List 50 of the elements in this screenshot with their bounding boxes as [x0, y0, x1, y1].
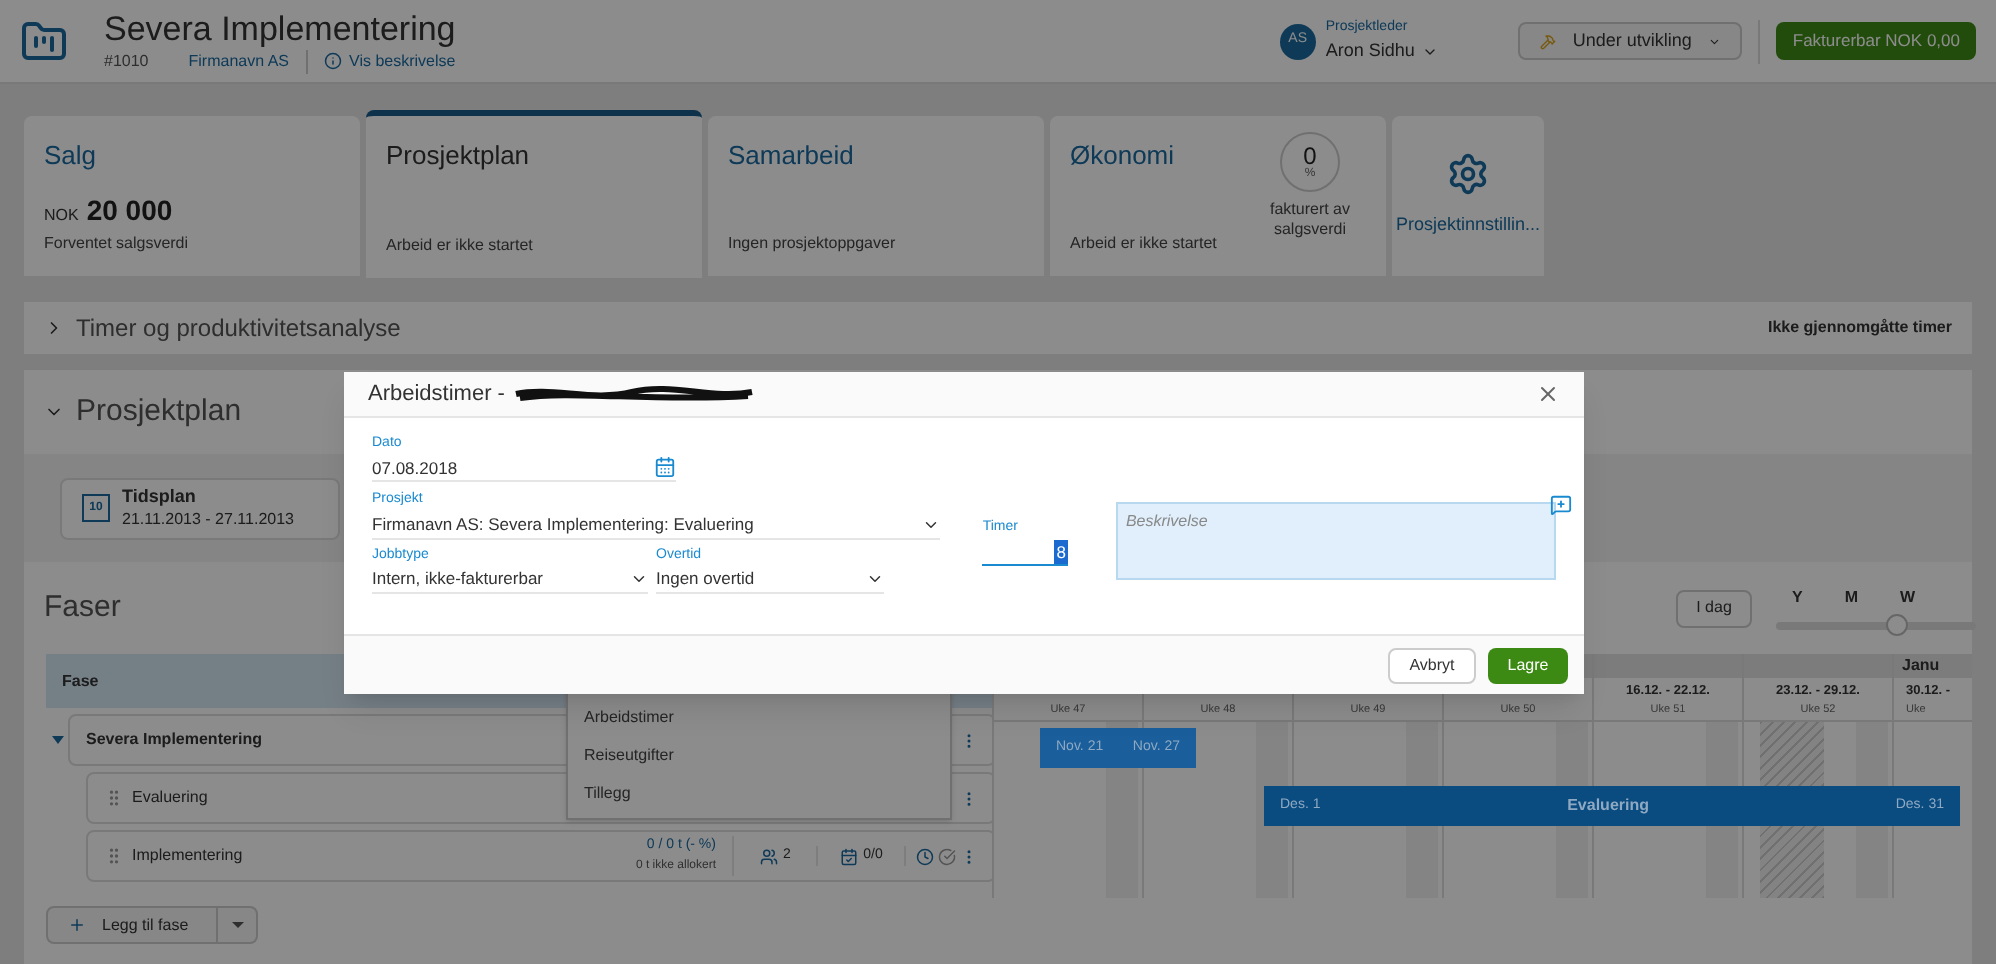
- card-caption: Arbeid er ikke startet: [1070, 232, 1219, 256]
- phase-name: Implementering: [132, 844, 243, 868]
- summary-card[interactable]: Prosjektinnstillin...: [1392, 116, 1544, 276]
- panel-title: Prosjektplan: [76, 391, 242, 432]
- menu-item[interactable]: Reiseutgifter: [584, 744, 934, 768]
- phase-name: Evaluering: [132, 786, 208, 810]
- manager-dropdown[interactable]: Aron Sidhu: [1325, 38, 1439, 65]
- overtime-select[interactable]: Ingen overtid: [656, 566, 884, 592]
- card-caption: Arbeid er ikke startet: [386, 234, 535, 258]
- project-number: #1010: [104, 49, 149, 73]
- card-title: Salg: [44, 138, 97, 174]
- bar-label: Evaluering: [1567, 794, 1649, 818]
- section-title: Faser: [44, 587, 121, 628]
- percent-value: 0: [1303, 144, 1317, 168]
- card-title: Prosjektplan: [386, 138, 530, 174]
- date-field[interactable]: 07.08.2018: [372, 455, 676, 481]
- currency-label: NOK: [44, 204, 79, 228]
- summary-card[interactable]: Salg NOK 20 000 Forventet salgsverdi: [24, 116, 360, 276]
- card-title: Økonomi: [1070, 138, 1175, 174]
- dialog-title: Arbeidstimer -: [368, 379, 507, 410]
- unreviewed-hours-label: Ikke gjennomgåtte timer: [1767, 316, 1952, 340]
- card-title: Prosjektinnstillin...: [1395, 212, 1541, 239]
- cancel-button[interactable]: Avbryt: [1388, 647, 1476, 683]
- invoice-button[interactable]: Fakturerbar NOK 0,00: [1776, 22, 1976, 60]
- collapsed-panel[interactable]: Timer og produktivitetsanalyse Ikke gjennomgåtte timer: [24, 302, 1972, 354]
- month-label: Janu: [1900, 654, 1940, 678]
- summary-card[interactable]: Samarbeid Ingen prosjektoppgaver: [708, 116, 1044, 276]
- status-button[interactable]: Under utvikling: [1518, 22, 1743, 60]
- zoom-label: Y: [1792, 586, 1803, 610]
- description-field[interactable]: Beskrivelse: [1115, 502, 1557, 580]
- project-select[interactable]: Firmanavn AS: Severa Implementering: Evaluering: [372, 511, 940, 537]
- add-phase-button[interactable]: Legg til fase: [46, 906, 218, 944]
- summary-card[interactable]: Prosjektplan Arbeid er ikke startet: [366, 110, 702, 278]
- amount-value: 20 000: [86, 192, 173, 230]
- card-caption: Forventet salgsverdi: [44, 232, 191, 256]
- customer-link[interactable]: Firmanavn AS: [188, 49, 289, 73]
- hours-input[interactable]: 8: [982, 539, 1068, 565]
- card-caption: Ingen prosjektoppgaver: [728, 232, 898, 256]
- phase-name: Severa Implementering: [86, 728, 263, 752]
- percent-caption: fakturert av salgsverdi: [1267, 200, 1352, 240]
- zoom-label: W: [1900, 586, 1916, 610]
- jobtype-select[interactable]: Intern, ikke-fakturerbar: [372, 566, 648, 592]
- zoom-label: M: [1844, 586, 1859, 610]
- project-title: Severa Implementering: [104, 9, 456, 49]
- panel-title: Timer og produktivitetsanalyse: [76, 312, 401, 346]
- card-title: Samarbeid: [728, 138, 854, 174]
- menu-item[interactable]: Tillegg: [584, 782, 934, 806]
- today-button[interactable]: I dag: [1676, 589, 1752, 627]
- description-link[interactable]: Vis beskrivelse: [305, 49, 456, 73]
- save-button[interactable]: Lagre: [1488, 647, 1568, 683]
